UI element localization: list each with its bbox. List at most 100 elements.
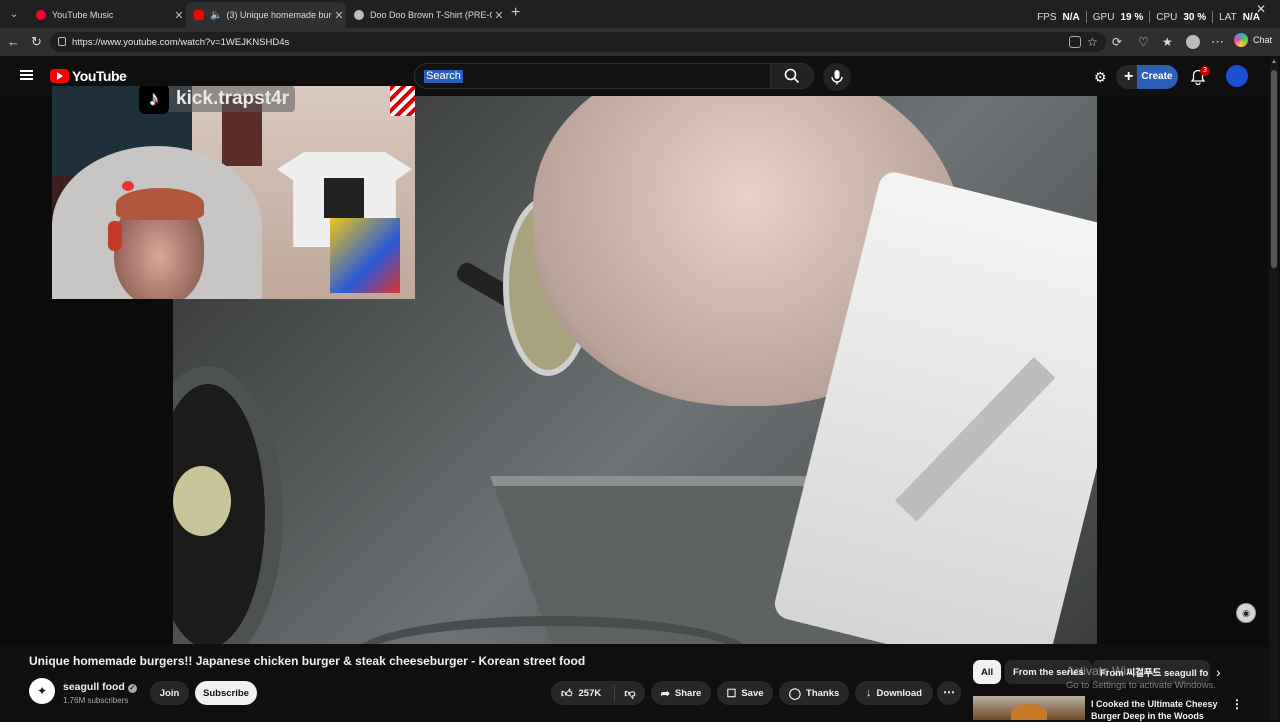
plus-icon: + (1124, 68, 1134, 85)
fps-value: N/A (1062, 11, 1080, 23)
copilot-chat-button[interactable]: Chat (1233, 33, 1272, 47)
back-arrow-icon[interactable]: ← (7, 34, 20, 50)
youtube-music-favicon-icon (36, 10, 46, 20)
cpu-value: 30 % (1183, 11, 1207, 23)
tab-title: YouTube Music (52, 10, 114, 20)
tab-youtube-music[interactable]: YouTube Music ✕ (28, 2, 186, 28)
recommendation-menu-icon[interactable]: ⋮ (1231, 697, 1243, 711)
activate-title: Activate Windows (1066, 664, 1161, 678)
share-label: Share (674, 687, 702, 699)
speaker-audio-icon[interactable]: 🔈 (210, 10, 222, 21)
streamer-hair (116, 188, 204, 220)
channel-name[interactable]: seagull food (63, 681, 125, 693)
close-tab-icon[interactable]: ✕ (172, 9, 186, 22)
close-tab-icon[interactable]: ✕ (332, 9, 346, 22)
url-field[interactable]: https://www.youtube.com/watch?v=1WEJKNSH… (50, 32, 1106, 52)
chip-label: All (981, 666, 994, 678)
tab-doo-doo-brown[interactable]: Doo Doo Brown T-Shirt (PRE-ORD ✕ (346, 2, 506, 28)
recommendation-thumbnail[interactable] (973, 696, 1085, 720)
search-button[interactable] (770, 63, 814, 89)
save-button[interactable]: ☐ Save (717, 681, 773, 705)
page-scrollbar[interactable]: ▲ (1270, 58, 1278, 720)
divider (1212, 11, 1214, 23)
subscriber-count: 1.76M subscribers (63, 696, 129, 705)
hamburger-menu-icon[interactable] (20, 70, 33, 80)
gpu-label: GPU (1092, 11, 1115, 23)
recommendation-title[interactable]: I Cooked the Ultimate Cheesy Burger Deep… (1091, 698, 1223, 722)
lat-label: LAT (1219, 11, 1237, 23)
close-tab-icon[interactable]: ✕ (492, 9, 506, 22)
new-tab-plus-icon[interactable]: + (511, 5, 520, 21)
bookmark-icon: ☐ (726, 687, 737, 700)
browser-essentials-icon[interactable]: ♡ (1138, 34, 1149, 50)
windows-activation-watermark: Activate Windows Go to Settings to activ… (1066, 664, 1216, 691)
profile-avatar[interactable] (1186, 35, 1200, 49)
thumbs-down-icon: 👎︎ (624, 687, 636, 700)
tab-current-video[interactable]: 🔈 (3) Unique homemade burger ✕ (186, 2, 346, 28)
scroll-up-arrow-icon[interactable]: ▲ (1270, 58, 1278, 66)
scrollbar-thumb[interactable] (1271, 70, 1277, 268)
search-box[interactable]: Search (414, 63, 771, 89)
youtube-favicon-icon (194, 10, 204, 20)
thumbs-up-icon: 👍︎ (561, 687, 573, 700)
tiktok-logo-icon: ♪ (139, 86, 169, 114)
split-screen-icon[interactable] (1069, 36, 1081, 48)
browser-tab-bar: ⌄ YouTube Music ✕ 🔈 (3) Unique homemade … (0, 0, 1280, 28)
extension-gear-icon[interactable]: ⚙ (1094, 69, 1107, 86)
settings-more-icon[interactable]: ⋯ (1211, 34, 1224, 50)
like-dislike-group: 👍︎ 257K 👎︎ (551, 681, 645, 705)
like-button[interactable]: 👍︎ 257K (551, 685, 615, 701)
verified-check-icon: ✓ (127, 684, 137, 693)
potato (173, 466, 231, 536)
join-button[interactable]: Join (150, 681, 189, 705)
address-bar-row: ← ↻ https://www.youtube.com/watch?v=1WEJ… (0, 28, 1280, 56)
activate-subtitle: Go to Settings to activate Windows. (1066, 680, 1216, 691)
youtube-logo[interactable]: YouTube (50, 68, 127, 84)
streamer-webcam-overlay: kick.trapst4r ♪ (52, 86, 415, 299)
cpu-label: CPU (1156, 11, 1178, 23)
extensions-puzzle-icon[interactable]: ⟳ (1112, 34, 1122, 50)
thanks-label: Thanks (806, 687, 840, 699)
favorites-collection-icon[interactable]: ★ (1162, 34, 1173, 50)
search-input[interactable]: Search (424, 70, 463, 83)
chip-all[interactable]: All (973, 660, 1002, 684)
divider (1149, 11, 1151, 23)
join-label: Join (159, 687, 180, 699)
share-button[interactable]: ➦ Share (651, 681, 711, 705)
performance-overlay: FPS N/A GPU 19 % CPU 30 % LAT N/A (1037, 11, 1260, 23)
youtube-play-logo-icon (50, 69, 69, 83)
thanks-button[interactable]: ◯ Thanks (779, 681, 849, 705)
dislike-button[interactable]: 👎︎ (615, 687, 645, 700)
channel-avatar[interactable]: ✦ (29, 678, 55, 704)
gpu-value: 19 % (1120, 11, 1144, 23)
tiktok-handle: kick.trapst4r (176, 88, 290, 109)
window-close-icon[interactable]: ✕ (1256, 2, 1266, 16)
tab-title: Doo Doo Brown T-Shirt (PRE-ORD (370, 10, 492, 20)
chat-label: Chat (1252, 35, 1272, 45)
tab-actions-menu-chevron-icon[interactable]: ⌄ (4, 4, 24, 24)
download-button[interactable]: ↓ Download (855, 681, 933, 705)
voice-search-button[interactable] (823, 63, 851, 91)
youtube-wordmark: YouTube (72, 68, 127, 84)
account-avatar[interactable] (1226, 65, 1248, 87)
reload-icon[interactable]: ↻ (31, 34, 42, 50)
more-actions-icon[interactable]: ⋯ (937, 681, 961, 705)
download-icon: ↓ (866, 687, 872, 699)
video-title: Unique homemade burgers!! Japanese chick… (29, 654, 586, 668)
headset (108, 221, 122, 251)
channel-name-row[interactable]: seagull food ✓ (63, 681, 137, 693)
tshirt-print (324, 178, 364, 218)
fps-label: FPS (1037, 11, 1057, 23)
subscribe-button[interactable]: Subscribe (195, 681, 257, 705)
url-text: https://www.youtube.com/watch?v=1WEJKNSH… (72, 36, 290, 48)
site-favicon-icon (354, 10, 364, 20)
site-info-lock-icon[interactable] (58, 37, 66, 46)
download-label: Download (876, 687, 922, 699)
chevron-right-icon[interactable]: › (1216, 664, 1221, 680)
create-button[interactable]: + Create (1116, 65, 1179, 89)
favorite-star-icon[interactable]: ☆ (1087, 34, 1098, 50)
channel-watermark-icon[interactable]: ◉ (1236, 603, 1256, 623)
tab-title: (3) Unique homemade burger (226, 10, 332, 20)
microphone-icon (831, 70, 843, 85)
divider (1085, 11, 1087, 23)
